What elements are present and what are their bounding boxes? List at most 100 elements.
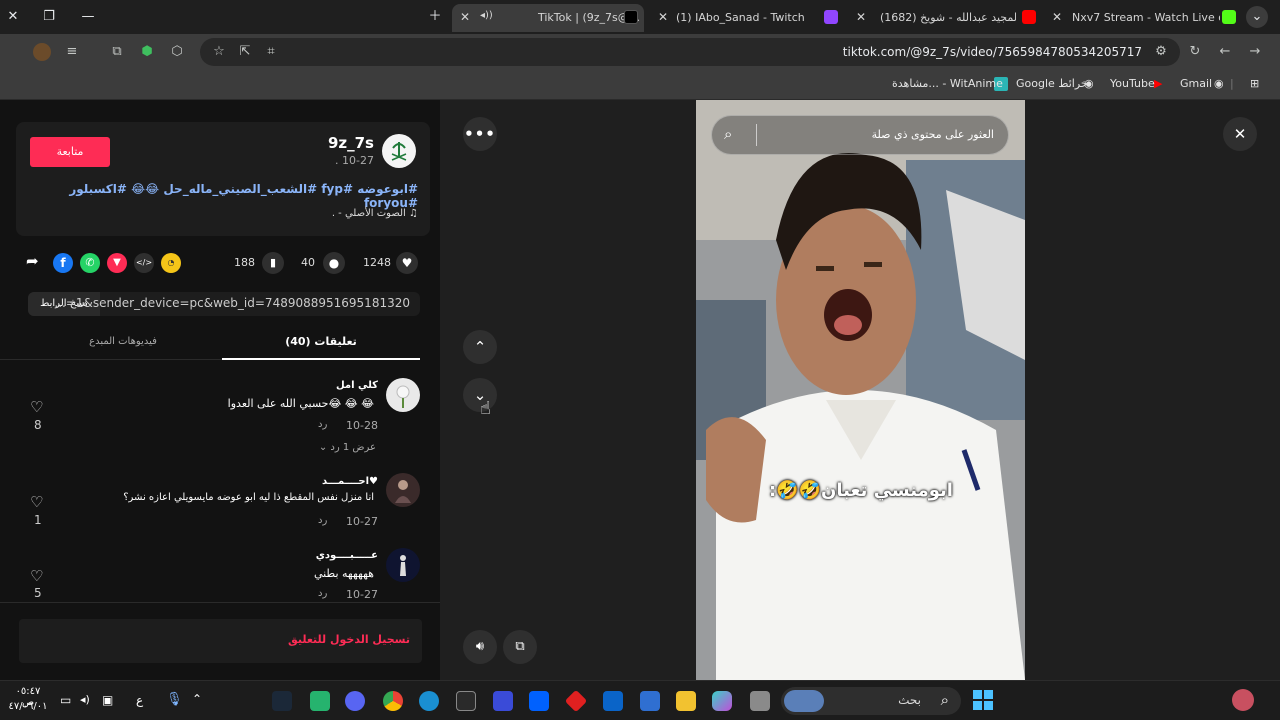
more-share-icon[interactable]: ◔ <box>161 253 181 273</box>
windows-start-icon[interactable] <box>973 690 993 710</box>
media-control-icon[interactable]: ≡ <box>63 43 81 61</box>
taskbar-search[interactable]: بحث ⌕ <box>781 687 961 715</box>
send-to-device-icon[interactable]: ⇱ <box>236 43 254 61</box>
video-frame[interactable]: ⌕ العثور على محتوى ذي صلة ابومنسي تعبان🤣… <box>696 100 1025 680</box>
address-bar[interactable]: ☆ ⇱ ⌗ tiktok.com/@9z_7s/video/7565984780… <box>200 38 1180 66</box>
tab-search-icon[interactable]: ⌄ <box>1246 6 1268 28</box>
related-content-search[interactable]: ⌕ العثور على محتوى ذي صلة <box>711 115 1009 155</box>
reply-button[interactable]: رد <box>318 419 327 430</box>
discord-icon[interactable] <box>345 691 365 711</box>
close-video-icon[interactable]: ✕ <box>1223 117 1257 151</box>
bookmark-icon[interactable]: ▮ <box>262 252 284 274</box>
forward-icon[interactable]: → <box>1246 43 1264 61</box>
translate-icon[interactable]: ⌗ <box>262 43 280 61</box>
epic-games-icon[interactable] <box>456 691 476 711</box>
bookmark-witanime[interactable]: مشاهدة... - WitAnime <box>892 77 1003 90</box>
bookmark-google-maps[interactable]: خرائط Google <box>1016 77 1088 90</box>
comment-author[interactable]: كلي امل <box>336 380 378 391</box>
login-to-comment-box[interactable]: تسجيل الدخول للتعليق <box>19 619 422 663</box>
app-green-icon[interactable] <box>310 691 330 711</box>
edge-icon[interactable] <box>419 691 439 711</box>
tab-youtube[interactable]: ✕ (1682) عبدالمجيد عبدالله - شويخ <box>850 4 1040 32</box>
copilot-icon[interactable] <box>712 691 732 711</box>
share-icon[interactable]: ➦ <box>26 252 46 272</box>
sound-name: الصوت الأصلي - . <box>331 208 406 219</box>
previous-video-icon[interactable]: ⌃ <box>463 330 497 364</box>
app-gray-icon[interactable] <box>750 691 770 711</box>
input-language[interactable]: ع <box>136 693 143 707</box>
audio-playing-icon[interactable]: ◂)) <box>480 10 493 21</box>
sound-row[interactable]: ♫ الصوت الأصلي - . <box>332 208 418 219</box>
comment-like-icon[interactable]: ♡ <box>30 398 43 416</box>
search-icon[interactable]: ⌕ <box>724 125 732 143</box>
comment-author[interactable]: عـــــبــــودي <box>316 550 378 561</box>
comment-like-icon[interactable]: ♡ <box>30 493 43 511</box>
site-settings-icon[interactable]: ⚙ <box>1152 43 1170 61</box>
avatar[interactable] <box>386 473 420 507</box>
minimize-window-icon[interactable]: — <box>77 6 99 28</box>
view-replies-button[interactable]: عرض 1 رد ⌄ <box>319 442 376 453</box>
login-to-comment-link[interactable]: تسجيل الدخول للتعليق <box>288 633 410 646</box>
security-shield-icon[interactable]: ⬡ <box>168 43 186 61</box>
restore-window-icon[interactable]: ❐ <box>38 6 60 28</box>
bookmark-youtube[interactable]: YouTube <box>1110 77 1155 90</box>
tab-comments[interactable]: (40) تعليقات <box>222 330 420 360</box>
bookmark-star-icon[interactable]: ☆ <box>210 43 228 61</box>
app-blue-icon[interactable] <box>493 691 513 711</box>
battery-icon[interactable]: ▭ <box>60 693 71 707</box>
reply-button[interactable]: رد <box>318 515 327 526</box>
avatar[interactable] <box>386 548 420 582</box>
file-explorer-icon[interactable] <box>676 691 696 711</box>
comment-author[interactable]: ♥احــــمـــد <box>322 476 378 487</box>
send-share-icon[interactable]: ▼ <box>107 253 127 273</box>
bookmark-gmail[interactable]: Gmail <box>1180 77 1212 90</box>
tab-close-icon[interactable]: ✕ <box>1052 10 1062 24</box>
adblock-shield-icon[interactable]: ⬢ <box>138 43 156 61</box>
tab-tiktok[interactable]: ✕ ◂)) TikTok | (9z_7s@) . <box>452 4 644 32</box>
tab-creator-videos[interactable]: فيديوهات المبدع <box>24 330 222 360</box>
url-text: tiktok.com/@9z_7s/video/7565984780534205… <box>842 45 1142 59</box>
tab-title: Nxv7 Stream - Watch Live on Ki <box>1072 11 1220 24</box>
new-tab-icon[interactable]: ＋ <box>424 6 446 28</box>
microphone-icon[interactable]: 🎙︎ <box>166 692 183 707</box>
author-username[interactable]: 9z_7s <box>328 134 374 152</box>
comment-icon[interactable]: ● <box>323 252 345 274</box>
apps-grid-icon[interactable]: ⊞ <box>1250 77 1259 90</box>
follow-button[interactable]: متابعة <box>30 137 110 167</box>
avatar[interactable] <box>386 378 420 412</box>
extensions-icon[interactable]: ⧉ <box>108 43 126 61</box>
back-icon[interactable]: ← <box>1216 43 1234 61</box>
comment-date: 10-28 <box>346 419 378 432</box>
whatsapp-share-icon[interactable]: ✆ <box>80 253 100 273</box>
volume-icon[interactable]: 🔊︎ <box>463 630 497 664</box>
clock-date[interactable]: ٤٧/٠٦/٠١ <box>8 701 48 712</box>
tab-close-icon[interactable]: ✕ <box>658 10 668 24</box>
chrome-icon[interactable] <box>383 691 403 711</box>
comment-like-icon[interactable]: ♡ <box>30 567 43 585</box>
notification-avatar-icon[interactable] <box>1232 689 1254 711</box>
outlook-icon[interactable] <box>603 691 623 711</box>
mini-player-icon[interactable]: ⧉ <box>503 630 537 664</box>
steam-icon[interactable] <box>272 691 292 711</box>
tab-close-icon[interactable]: ✕ <box>460 10 470 24</box>
microsoft-store-icon[interactable] <box>640 691 660 711</box>
facebook-share-icon[interactable]: f <box>53 253 73 273</box>
more-options-icon[interactable]: ••• <box>463 117 497 151</box>
share-link-text[interactable]: ...=1&sender_device=pc&web_id=7489088951… <box>54 296 410 310</box>
app-red-diamond-icon[interactable] <box>564 689 588 713</box>
profile-avatar-icon[interactable] <box>33 43 51 61</box>
show-hidden-icons[interactable]: ⌃ <box>192 692 202 706</box>
speaker-icon[interactable]: ◂) <box>80 693 90 706</box>
author-avatar[interactable] <box>382 134 416 168</box>
video-still <box>696 100 1025 680</box>
tab-close-icon[interactable]: ✕ <box>856 10 866 24</box>
reload-icon[interactable]: ↻ <box>1186 43 1204 61</box>
network-icon[interactable]: ▣ <box>102 693 113 707</box>
embed-code-icon[interactable]: </> <box>134 253 154 273</box>
reply-button[interactable]: رد <box>318 588 327 599</box>
close-window-icon[interactable]: ✕ <box>2 6 24 28</box>
tab-kick[interactable]: ✕ Nxv7 Stream - Watch Live on Ki <box>1048 4 1240 32</box>
tab-twitch[interactable]: ✕ (1) IAbo_Sanad - Twitch <box>650 4 844 32</box>
dropbox-icon[interactable] <box>529 691 549 711</box>
like-heart-icon[interactable]: ♥ <box>396 252 418 274</box>
